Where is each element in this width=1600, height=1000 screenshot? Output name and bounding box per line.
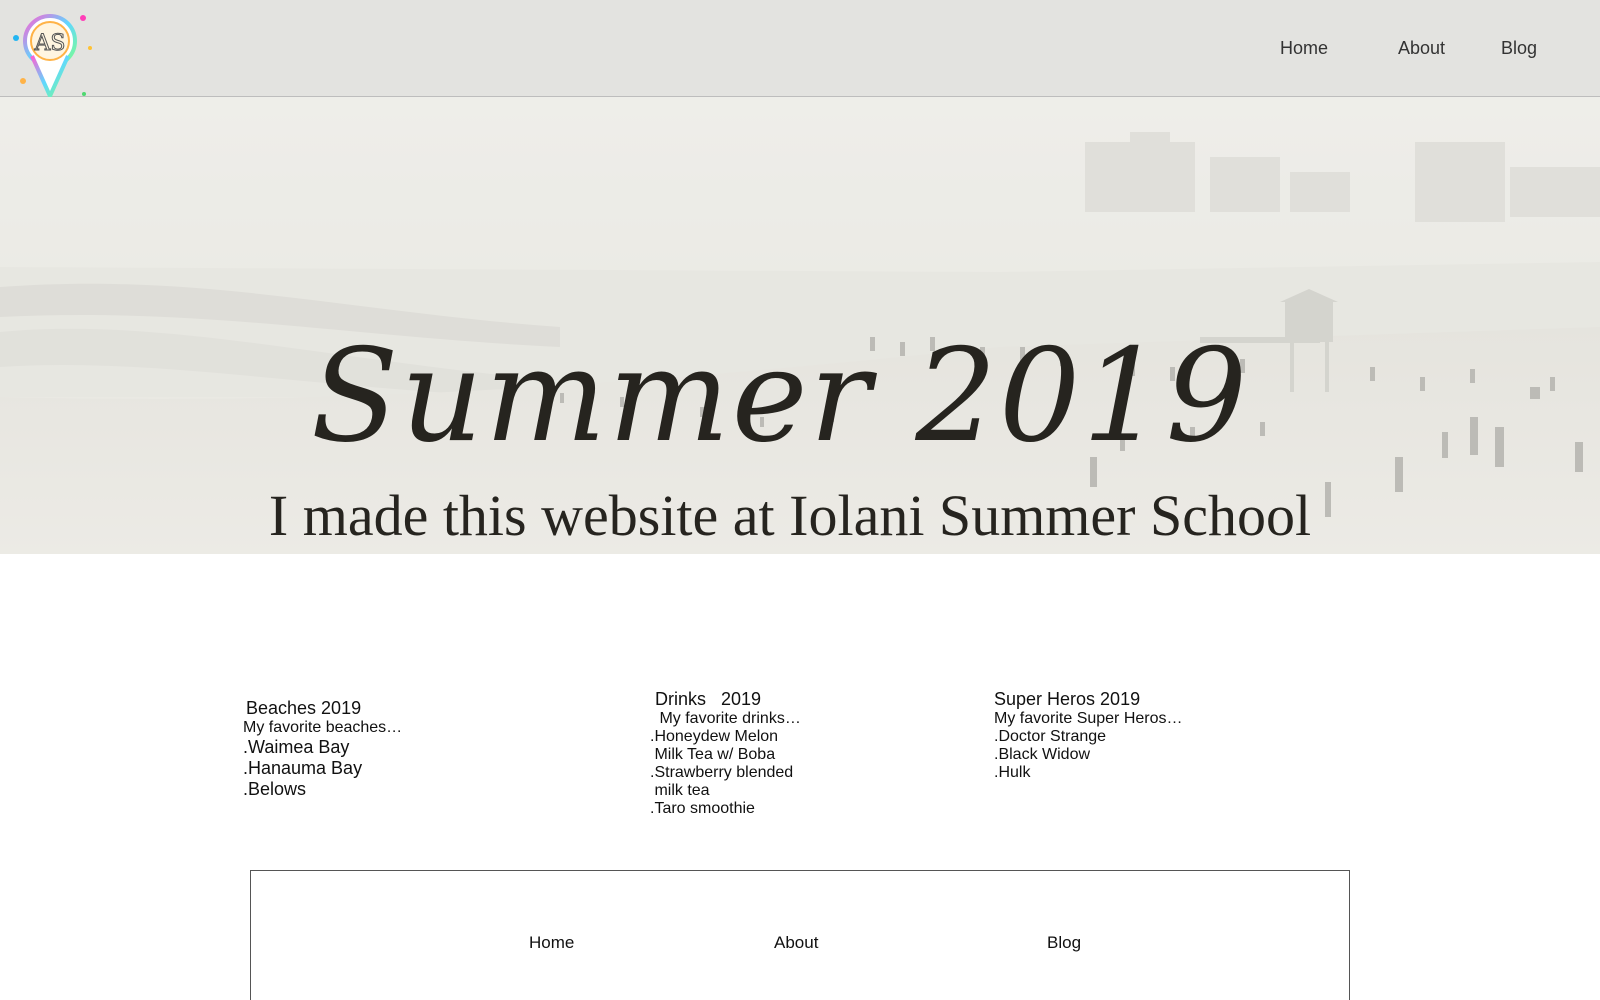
list-item: .Honeydew Melon	[650, 728, 779, 745]
nav-about-link[interactable]: About	[1398, 38, 1445, 59]
list-item: .Hanauma Bay	[243, 758, 363, 778]
footer-blog-link[interactable]: Blog	[1047, 933, 1081, 953]
footer-nav: Home About Blog	[250, 870, 1350, 1000]
list-item: Milk Tea w/ Boba	[650, 746, 776, 763]
nav-home-link[interactable]: Home	[1280, 38, 1328, 59]
super-heros-column: Super Heros 2019 My favorite Super Heros…	[994, 689, 1183, 782]
list-item: .Belows	[243, 779, 307, 799]
list-item: .Hulk	[994, 764, 1031, 781]
beaches-title: Beaches 2019	[246, 698, 362, 718]
list-item: .Black Widow	[994, 746, 1091, 763]
list-item: .Strawberry blended	[650, 764, 794, 781]
beaches-intro: My favorite beaches…	[243, 719, 403, 736]
drinks-intro: My favorite drinks…	[655, 710, 801, 727]
nav-blog-link[interactable]: Blog	[1501, 38, 1537, 59]
drinks-title: Drinks 2019	[655, 689, 762, 709]
list-item: .Doctor Strange	[994, 728, 1107, 745]
super-heros-title: Super Heros 2019	[994, 689, 1141, 709]
footer-about-link[interactable]: About	[774, 933, 818, 953]
footer-home-link[interactable]: Home	[529, 933, 574, 953]
ice-cream-logo-icon: AS	[13, 14, 92, 98]
logo[interactable]: AS	[8, 8, 98, 98]
beaches-column: Beaches 2019 My favorite beaches… .Waime…	[243, 698, 403, 800]
site-header: AS Home About Blog	[0, 0, 1600, 98]
hero-subtitle: I made this website at Iolani Summer Sch…	[268, 483, 1312, 548]
hero-title: Summer 2019	[310, 322, 1250, 471]
list-item: .Waimea Bay	[243, 737, 350, 757]
drinks-column: Drinks 2019 My favorite drinks… .Honeyde…	[650, 689, 801, 818]
hero-banner: Summer 2019 I made this website at Iolan…	[0, 97, 1600, 554]
list-item: .Taro smoothie	[650, 800, 755, 817]
super-heros-intro: My favorite Super Heros…	[994, 710, 1183, 727]
svg-text:AS: AS	[34, 31, 66, 56]
list-item: milk tea	[650, 782, 710, 799]
